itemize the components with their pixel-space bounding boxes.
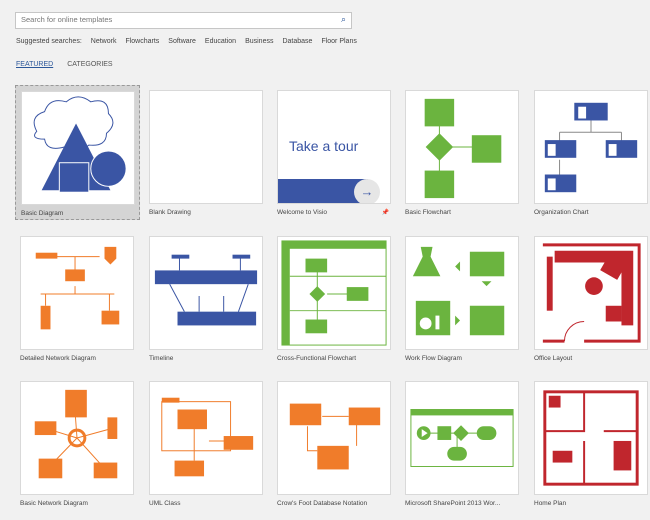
search-icon[interactable]: ⌕ <box>341 14 346 25</box>
template-label: Basic Flowchart <box>405 209 451 216</box>
tab-featured[interactable]: FEATURED <box>16 61 53 68</box>
template-work-flow-diagram[interactable]: Work Flow Diagram <box>400 231 525 366</box>
database-icon <box>289 403 381 470</box>
template-sharepoint-workflow[interactable]: Microsoft SharePoint 2013 Wor... <box>400 376 525 511</box>
template-label: Timeline <box>149 355 174 362</box>
flowchart-icon <box>424 98 502 199</box>
basic-network-icon <box>34 389 118 479</box>
template-label: Office Layout <box>534 355 573 362</box>
suggested-network[interactable]: Network <box>91 38 117 45</box>
template-timeline[interactable]: Timeline <box>144 231 269 366</box>
template-basic-network-diagram[interactable]: Basic Network Diagram <box>15 376 140 511</box>
arrow-right-icon: → <box>354 179 380 203</box>
template-label: Home Plan <box>534 500 567 507</box>
suggested-floor-plans[interactable]: Floor Plans <box>321 38 356 45</box>
search-input[interactable]: Search for online templates ⌕ <box>15 12 352 29</box>
template-crows-foot-database[interactable]: Crow's Foot Database Notation <box>272 376 397 511</box>
template-label: Blank Drawing <box>149 209 191 216</box>
template-label: Basic Network Diagram <box>20 500 88 507</box>
uml-class-icon <box>161 397 254 477</box>
template-label: Organization Chart <box>534 209 589 216</box>
office-layout-icon <box>542 243 641 343</box>
template-label: Welcome to Visio <box>277 209 327 216</box>
tour-text: Take a tour <box>289 138 359 154</box>
template-label: Crow's Foot Database Notation <box>277 500 368 507</box>
suggested-software[interactable]: Software <box>168 38 196 45</box>
tab-categories[interactable]: CATEGORIES <box>67 61 112 68</box>
template-blank-drawing[interactable]: Blank Drawing <box>144 85 269 220</box>
template-basic-flowchart[interactable]: Basic Flowchart <box>400 85 525 220</box>
suggested-business[interactable]: Business <box>245 38 273 45</box>
suggested-education[interactable]: Education <box>205 38 236 45</box>
home-plan-icon <box>543 390 639 486</box>
org-chart-icon <box>544 102 638 193</box>
template-label: Work Flow Diagram <box>405 355 462 362</box>
template-label: Microsoft SharePoint 2013 Wor... <box>405 500 501 507</box>
template-uml-class[interactable]: UML Class <box>144 376 269 511</box>
template-organization-chart[interactable]: Organization Chart <box>529 85 650 220</box>
basic-diagram-icon <box>33 96 127 193</box>
search-placeholder: Search for online templates <box>21 15 113 24</box>
template-basic-diagram[interactable]: Basic Diagram <box>15 85 140 220</box>
template-label: Basic Diagram <box>21 210 64 217</box>
timeline-icon <box>154 254 258 326</box>
template-label: Detailed Network Diagram <box>20 355 96 362</box>
template-home-plan[interactable]: Home Plan <box>529 376 650 511</box>
template-label: Cross-Functional Flowchart <box>277 355 357 362</box>
template-cross-functional-flowchart[interactable]: Cross-Functional Flowchart <box>272 231 397 366</box>
suggested-database[interactable]: Database <box>282 38 312 45</box>
network-icon <box>35 246 120 330</box>
suggested-flowcharts[interactable]: Flowcharts <box>125 38 159 45</box>
suggested-label: Suggested searches: <box>16 38 82 45</box>
sharepoint-workflow-icon <box>410 409 514 467</box>
pin-icon[interactable]: 📌 <box>382 209 389 216</box>
template-office-layout[interactable]: Office Layout <box>529 231 650 366</box>
cross-functional-icon <box>281 240 387 346</box>
template-detailed-network-diagram[interactable]: Detailed Network Diagram <box>15 231 140 366</box>
template-label: UML Class <box>149 500 181 507</box>
template-welcome-to-visio[interactable]: Take a tour → Welcome to Visio 📌 <box>272 85 397 220</box>
workflow-icon <box>412 246 505 336</box>
suggested-searches: Suggested searches: Network Flowcharts S… <box>16 38 357 45</box>
